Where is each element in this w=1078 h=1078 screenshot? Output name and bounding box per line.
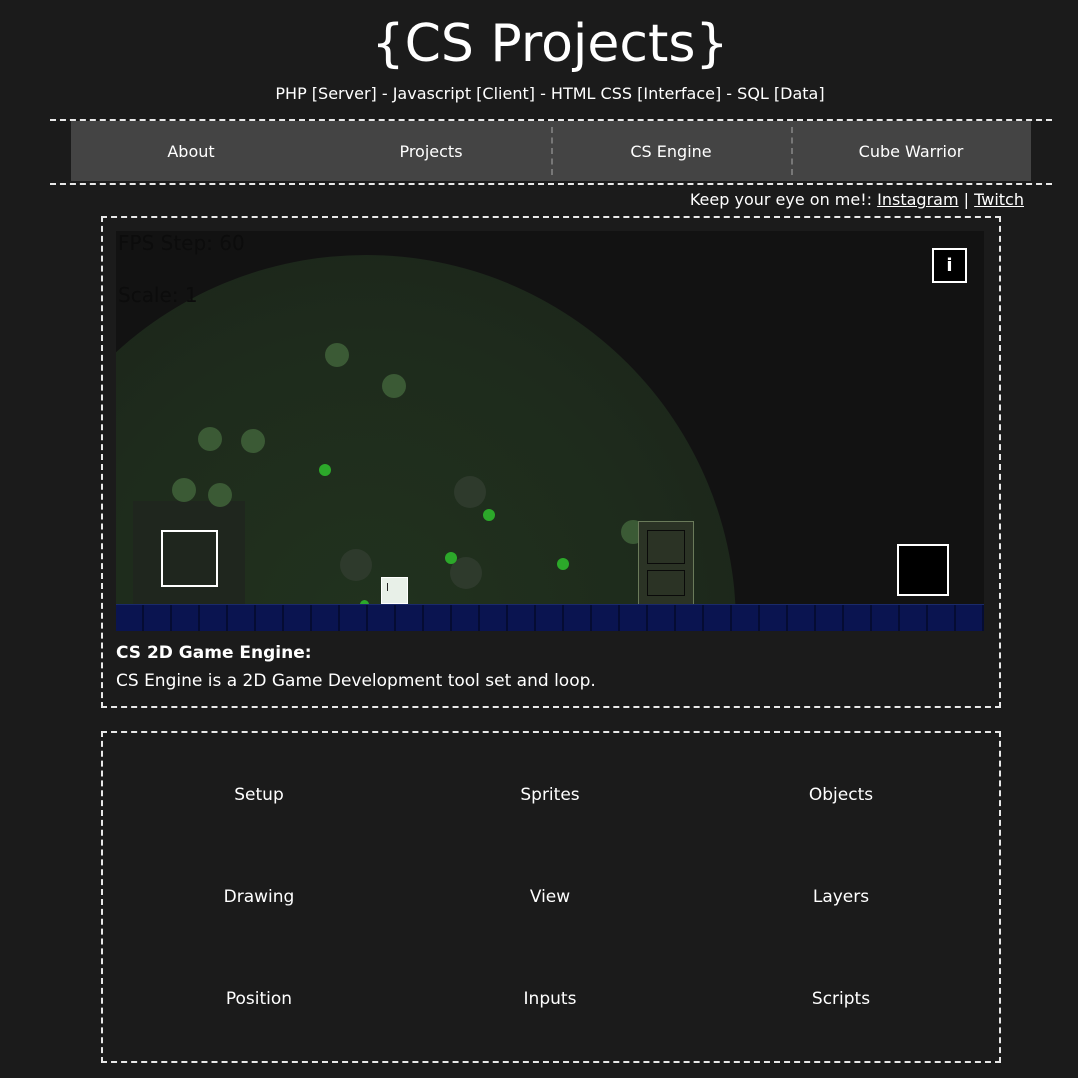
orb bbox=[340, 549, 372, 581]
scale-readout: Scale: 1 bbox=[118, 283, 198, 307]
nav-item-cube-warrior[interactable]: Cube Warrior bbox=[791, 121, 1031, 181]
social-separator: | bbox=[963, 190, 970, 209]
orb bbox=[241, 429, 265, 453]
orb bbox=[319, 464, 331, 476]
topic-layers[interactable]: Layers bbox=[741, 886, 941, 908]
solid-block-right bbox=[897, 544, 949, 596]
topic-position[interactable]: Position bbox=[159, 988, 359, 1010]
site-title: {CS Projects} bbox=[371, 14, 729, 74]
nav-item-cs-engine[interactable]: CS Engine bbox=[551, 121, 791, 181]
orb bbox=[325, 343, 349, 367]
topic-drawing[interactable]: Drawing bbox=[159, 886, 359, 908]
topic-setup[interactable]: Setup bbox=[159, 784, 359, 806]
orb bbox=[454, 476, 486, 508]
main-nav: About Projects CS Engine Cube Warrior bbox=[71, 121, 1031, 181]
instagram-link[interactable]: Instagram bbox=[877, 190, 958, 209]
engine-title: CS 2D Game Engine: bbox=[116, 643, 312, 663]
social-prefix: Keep your eye on me!: bbox=[689, 190, 873, 209]
social-links: Keep your eye on me!: Instagram | Twitch bbox=[690, 190, 1024, 210]
site-subtitle: PHP [Server] - Javascript [Client] - HTM… bbox=[275, 84, 825, 103]
orb bbox=[198, 427, 222, 451]
topic-inputs[interactable]: Inputs bbox=[450, 988, 650, 1010]
orb bbox=[382, 374, 406, 398]
orb bbox=[483, 509, 495, 521]
topic-scripts[interactable]: Scripts bbox=[741, 988, 941, 1010]
nav-item-projects[interactable]: Projects bbox=[311, 121, 551, 181]
fps-readout: FPS Step: 60 bbox=[118, 231, 245, 255]
engine-description: CS Engine is a 2D Game Development tool … bbox=[116, 671, 596, 691]
orb bbox=[172, 478, 196, 502]
game-canvas[interactable]: FPS Step: 60 Scale: 1 i bbox=[116, 231, 984, 631]
orb bbox=[557, 558, 569, 570]
topic-view[interactable]: View bbox=[450, 886, 650, 908]
player-cube bbox=[381, 577, 408, 604]
topic-sprites[interactable]: Sprites bbox=[450, 784, 650, 806]
topic-objects[interactable]: Objects bbox=[741, 784, 941, 806]
outline-block-left bbox=[161, 530, 218, 587]
door bbox=[638, 521, 694, 605]
info-button[interactable]: i bbox=[932, 248, 967, 283]
orb bbox=[445, 552, 457, 564]
orb bbox=[208, 483, 232, 507]
nav-item-about[interactable]: About bbox=[71, 121, 311, 181]
twitch-link[interactable]: Twitch bbox=[974, 190, 1024, 209]
ground-tiles bbox=[116, 604, 984, 631]
